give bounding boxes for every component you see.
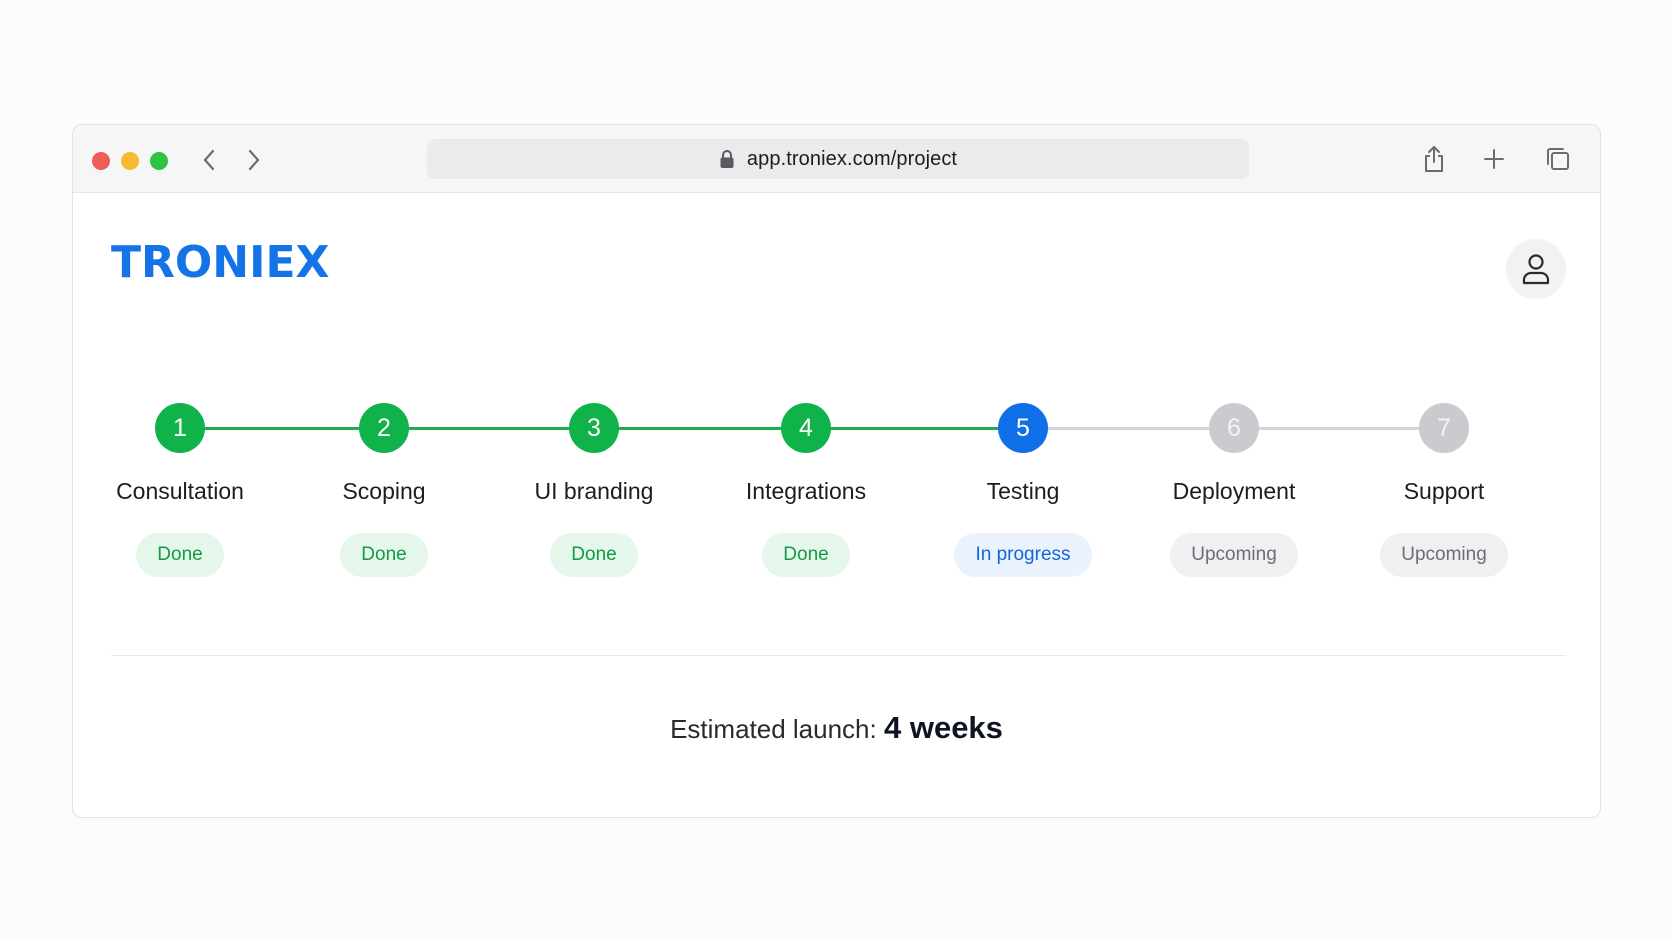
step-number: 2 [377,413,391,442]
step-3-marker: 3 [569,403,619,453]
estimated-launch-value: 4 weeks [883,710,1003,745]
browser-window: app.troniex.com/project TRONIEX 1 Consul… [72,124,1601,818]
lock-icon [720,150,734,168]
step-7-status-badge: Upcoming [1380,533,1508,577]
step-5-marker: 5 [998,403,1048,453]
step-7-marker: 7 [1419,403,1469,453]
tabs-overview-icon [1547,148,1569,170]
step-number: 5 [1016,413,1030,442]
step-5-status-badge: In progress [954,533,1092,577]
step-1-status-badge: Done [136,533,224,577]
account-button[interactable] [1506,239,1566,299]
browser-toolbar: app.troniex.com/project [73,125,1600,193]
estimated-launch-label: Estimated launch: [670,714,877,744]
minimize-window-button[interactable] [121,152,139,170]
step-6-status-badge: Upcoming [1170,533,1298,577]
forward-button[interactable] [239,145,269,175]
step-6-marker: 6 [1209,403,1259,453]
step-number: 4 [799,413,813,442]
url-text: app.troniex.com/project [746,147,958,170]
step-5-label: Testing [986,478,1060,504]
user-icon [1522,254,1550,285]
close-window-button[interactable] [92,152,110,170]
step-3-status-badge: Done [550,533,638,577]
chevron-right-icon [248,149,260,171]
step-number: 3 [587,413,601,442]
app-logo[interactable]: TRONIEX [111,237,329,288]
address-bar[interactable]: app.troniex.com/project [427,139,1249,179]
step-1-marker: 1 [155,403,205,453]
estimated-launch: Estimated launch: 4 weeks [73,710,1600,746]
share-button[interactable] [1418,143,1450,175]
step-2-label: Scoping [342,478,426,504]
section-divider [111,655,1566,656]
tab-overview-button[interactable] [1542,143,1574,175]
step-number: 1 [173,413,187,442]
back-button[interactable] [194,145,224,175]
step-4-marker: 4 [781,403,831,453]
step-7-label: Support [1403,478,1485,504]
step-6-label: Deployment [1172,478,1296,504]
new-tab-button[interactable] [1478,143,1510,175]
step-2-marker: 2 [359,403,409,453]
step-2-status-badge: Done [340,533,428,577]
plus-icon [1484,149,1504,169]
zoom-window-button[interactable] [150,152,168,170]
step-1-label: Consultation [116,478,244,504]
step-4-label: Integrations [745,478,867,504]
step-number: 6 [1227,413,1241,442]
step-4-status-badge: Done [762,533,850,577]
share-icon [1425,146,1443,172]
page-content: TRONIEX 1 Consultation Done 2 Scoping Do… [73,193,1600,817]
step-number: 7 [1437,413,1451,442]
step-3-label: UI branding [534,478,654,504]
chevron-left-icon [203,149,215,171]
